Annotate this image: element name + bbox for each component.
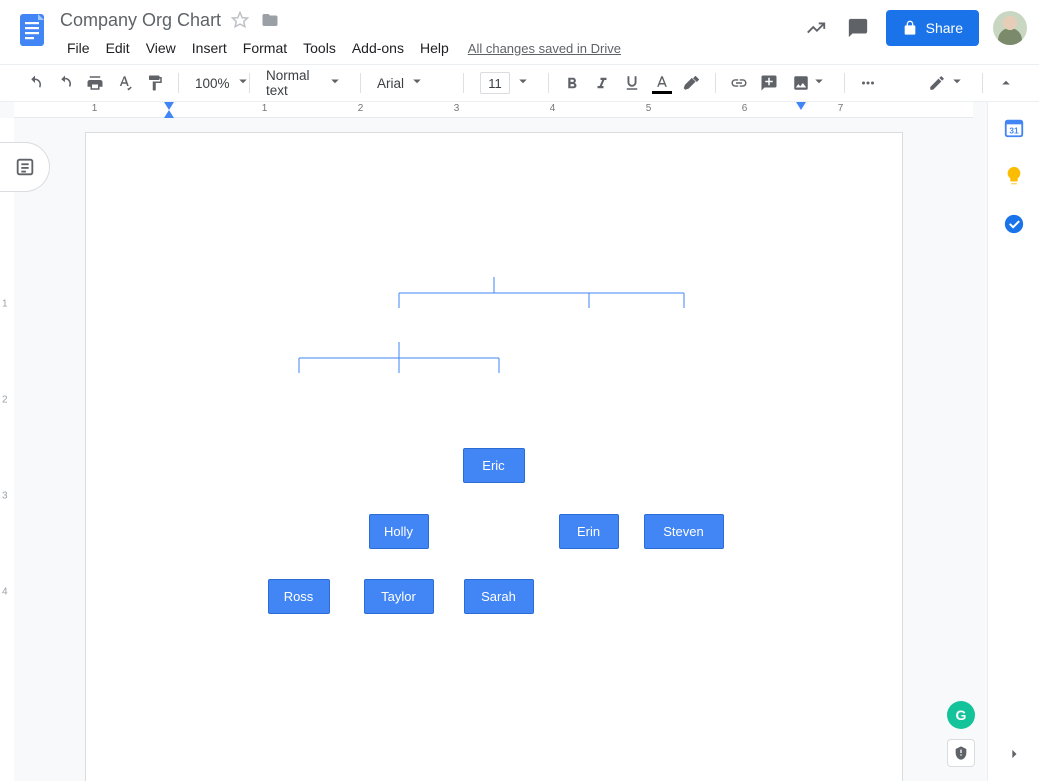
org-node-sarah[interactable]: Sarah xyxy=(464,579,534,614)
floating-badges: G xyxy=(947,701,975,767)
redo-button[interactable] xyxy=(52,70,78,96)
docs-logo[interactable] xyxy=(12,10,52,50)
explore-button[interactable] xyxy=(947,739,975,767)
save-status[interactable]: All changes saved in Drive xyxy=(468,41,621,56)
workspace: 1 1 2 3 4 5 6 7 1 2 3 4 xyxy=(0,102,987,781)
grammarly-icon[interactable]: G xyxy=(947,701,975,729)
horizontal-ruler[interactable]: 1 1 2 3 4 5 6 7 xyxy=(14,102,973,118)
add-comment-button[interactable] xyxy=(756,70,782,96)
document-title[interactable]: Company Org Chart xyxy=(60,10,221,31)
star-icon[interactable] xyxy=(231,11,249,29)
org-node-steven[interactable]: Steven xyxy=(644,514,724,549)
vertical-ruler[interactable]: 1 2 3 4 xyxy=(0,118,14,781)
chevron-down-icon xyxy=(810,72,828,95)
chevron-down-icon xyxy=(948,72,966,95)
tasks-addon-icon[interactable] xyxy=(996,206,1032,242)
activity-icon[interactable] xyxy=(802,14,830,42)
org-chart[interactable]: Eric Holly Erin Steven Ross Taylor Sarah xyxy=(194,243,794,613)
page[interactable]: Eric Holly Erin Steven Ross Taylor Sarah xyxy=(85,132,903,781)
menu-tools[interactable]: Tools xyxy=(296,38,343,58)
menu-format[interactable]: Format xyxy=(236,38,294,58)
print-button[interactable] xyxy=(82,70,108,96)
ruler-number: 1 xyxy=(2,299,8,310)
document-scroll-area[interactable]: 1 1 2 3 4 5 6 7 1 2 3 4 xyxy=(0,102,987,781)
calendar-addon-icon[interactable]: 31 xyxy=(996,110,1032,146)
ruler-number: 7 xyxy=(838,103,844,114)
left-indent-marker[interactable] xyxy=(164,102,174,110)
ruler-number: 3 xyxy=(454,103,460,114)
share-button-label: Share xyxy=(926,20,963,36)
side-panel: 31 xyxy=(987,102,1039,781)
org-node-holly[interactable]: Holly xyxy=(369,514,429,549)
paragraph-style-dropdown[interactable]: Normal text xyxy=(260,70,350,96)
ruler-number: 5 xyxy=(646,103,652,114)
editing-mode-button[interactable] xyxy=(922,70,972,96)
toolbar: 100% Normal text Arial xyxy=(0,64,1039,102)
collapse-toolbar-button[interactable] xyxy=(993,70,1019,96)
menu-view[interactable]: View xyxy=(139,38,183,58)
ruler-number: 1 xyxy=(92,103,98,114)
menu-edit[interactable]: Edit xyxy=(99,38,137,58)
first-line-indent-marker[interactable] xyxy=(164,110,174,118)
menu-addons[interactable]: Add-ons xyxy=(345,38,411,58)
highlight-button[interactable] xyxy=(679,70,705,96)
ruler-number: 4 xyxy=(550,103,556,114)
title-meta: Company Org Chart File Edit View Insert … xyxy=(60,8,802,60)
org-node-eric[interactable]: Eric xyxy=(463,448,525,483)
menu-file[interactable]: File xyxy=(60,38,97,58)
chevron-down-icon xyxy=(514,72,532,95)
lock-icon xyxy=(902,20,918,36)
insert-image-button[interactable] xyxy=(786,70,834,96)
font-value: Arial xyxy=(377,76,404,91)
insert-link-button[interactable] xyxy=(726,70,752,96)
right-indent-marker[interactable] xyxy=(796,102,806,110)
svg-text:31: 31 xyxy=(1009,127,1019,136)
org-node-erin[interactable]: Erin xyxy=(559,514,619,549)
zoom-value: 100% xyxy=(195,76,230,91)
menu-bar: File Edit View Insert Format Tools Add-o… xyxy=(60,36,802,60)
ruler-number: 2 xyxy=(2,395,8,406)
paint-format-button[interactable] xyxy=(142,70,168,96)
font-size-input[interactable] xyxy=(480,72,510,94)
title-right-cluster: Share xyxy=(802,8,1027,46)
org-node-taylor[interactable]: Taylor xyxy=(364,579,434,614)
chevron-down-icon xyxy=(408,72,426,95)
document-outline-toggle[interactable] xyxy=(0,142,50,192)
font-dropdown[interactable]: Arial xyxy=(371,70,453,96)
underline-button[interactable] xyxy=(619,70,645,96)
zoom-dropdown[interactable]: 100% xyxy=(189,70,239,96)
keep-addon-icon[interactable] xyxy=(996,158,1032,194)
share-button[interactable]: Share xyxy=(886,10,979,46)
font-size-control[interactable] xyxy=(474,70,538,96)
italic-button[interactable] xyxy=(589,70,615,96)
chevron-down-icon xyxy=(326,72,344,95)
ruler-number: 2 xyxy=(358,103,364,114)
ruler-number: 1 xyxy=(262,103,268,114)
text-color-button[interactable] xyxy=(649,70,675,96)
side-panel-expand-icon[interactable] xyxy=(1004,744,1024,769)
ruler-number: 6 xyxy=(742,103,748,114)
more-tools-button[interactable] xyxy=(855,70,881,96)
move-to-folder-icon[interactable] xyxy=(261,11,279,29)
spellcheck-button[interactable] xyxy=(112,70,138,96)
text-color-swatch xyxy=(652,91,672,94)
org-chart-connectors xyxy=(194,243,794,443)
bold-button[interactable] xyxy=(559,70,585,96)
paragraph-style-value: Normal text xyxy=(266,68,322,98)
account-avatar[interactable] xyxy=(993,11,1027,45)
ruler-number: 3 xyxy=(2,491,8,502)
org-node-ross[interactable]: Ross xyxy=(268,579,330,614)
comments-icon[interactable] xyxy=(844,14,872,42)
undo-button[interactable] xyxy=(22,70,48,96)
title-bar: Company Org Chart File Edit View Insert … xyxy=(0,0,1039,64)
ruler-number: 4 xyxy=(2,587,8,598)
menu-help[interactable]: Help xyxy=(413,38,456,58)
menu-insert[interactable]: Insert xyxy=(185,38,234,58)
